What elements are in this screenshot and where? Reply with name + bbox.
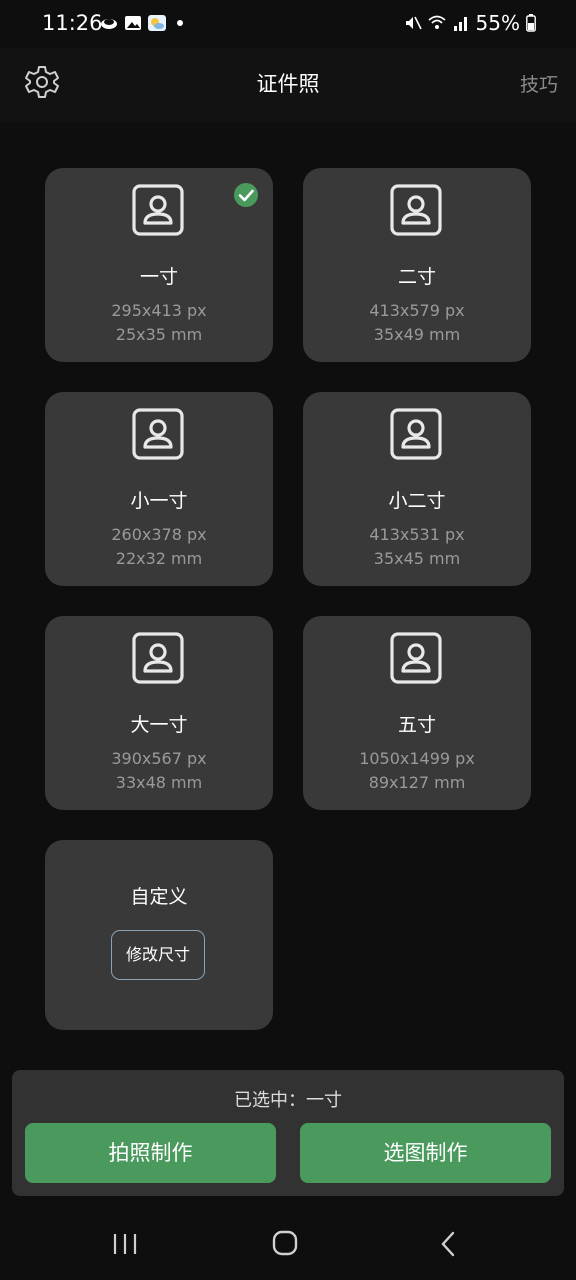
size-pixels: 260x378 px — [111, 525, 207, 544]
size-name: 小一寸 — [130, 490, 188, 512]
size-pixels: 390x567 px — [111, 749, 207, 768]
selected-size-text: 已选中：一寸 — [234, 1090, 342, 1111]
signal-icon — [453, 17, 467, 31]
take-photo-button[interactable]: 拍照制作 — [25, 1123, 276, 1183]
recents-icon[interactable] — [112, 1232, 138, 1256]
size-card[interactable]: 一寸 295x413 px 25x35 mm — [45, 168, 273, 362]
wifi-icon — [427, 15, 446, 29]
status-time: 11:26 — [42, 11, 103, 35]
page-title: 证件照 — [256, 72, 320, 96]
battery-percent: 55% — [475, 11, 520, 35]
gallery-icon — [125, 16, 141, 30]
size-pixels: 413x579 px — [369, 301, 465, 320]
portrait-icon — [132, 408, 184, 460]
bottom-panel: 已选中：一寸 拍照制作 选图制作 — [12, 1070, 564, 1196]
portrait-icon — [132, 632, 184, 684]
portrait-icon — [390, 632, 442, 684]
custom-size-card: 自定义 修改尺寸 — [45, 840, 273, 1030]
size-millimeters: 33x48 mm — [115, 773, 203, 792]
size-card[interactable]: 五寸 1050x1499 px 89x127 mm — [303, 616, 531, 810]
size-pixels: 413x531 px — [369, 525, 465, 544]
portrait-icon — [390, 408, 442, 460]
weather-icon — [148, 15, 166, 31]
size-pixels: 295x413 px — [111, 301, 207, 320]
cloud-app-icon — [101, 19, 117, 29]
size-millimeters: 25x35 mm — [115, 325, 203, 344]
size-name: 一寸 — [139, 266, 178, 288]
size-card[interactable]: 小一寸 260x378 px 22x32 mm — [45, 392, 273, 586]
custom-size-label: 自定义 — [130, 886, 188, 908]
system-nav-bar — [0, 1210, 576, 1280]
app-bar: 证件照 技巧 — [0, 48, 576, 122]
portrait-icon — [132, 184, 184, 236]
size-millimeters: 35x49 mm — [373, 325, 461, 344]
modify-size-button[interactable]: 修改尺寸 — [111, 930, 205, 980]
size-card[interactable]: 二寸 413x579 px 35x49 mm — [303, 168, 531, 362]
home-icon[interactable] — [272, 1230, 298, 1256]
size-name: 大一寸 — [130, 714, 188, 736]
size-card[interactable]: 小二寸 413x531 px 35x45 mm — [303, 392, 531, 586]
size-name: 小二寸 — [388, 490, 446, 512]
tips-link[interactable]: 技巧 — [520, 70, 558, 97]
back-icon[interactable] — [438, 1230, 458, 1258]
selected-check-icon — [234, 183, 258, 207]
size-card[interactable]: 大一寸 390x567 px 33x48 mm — [45, 616, 273, 810]
pick-image-button[interactable]: 选图制作 — [300, 1123, 551, 1183]
size-millimeters: 89x127 mm — [368, 773, 466, 792]
size-pixels: 1050x1499 px — [359, 749, 475, 768]
status-bar: 11:26 55% — [0, 0, 576, 48]
portrait-icon — [390, 184, 442, 236]
size-millimeters: 35x45 mm — [373, 549, 461, 568]
notification-dot-icon — [177, 20, 183, 26]
size-name: 五寸 — [397, 714, 436, 736]
battery-icon — [526, 14, 536, 32]
mute-icon — [405, 16, 422, 30]
size-name: 二寸 — [397, 266, 436, 288]
size-millimeters: 22x32 mm — [115, 549, 203, 568]
